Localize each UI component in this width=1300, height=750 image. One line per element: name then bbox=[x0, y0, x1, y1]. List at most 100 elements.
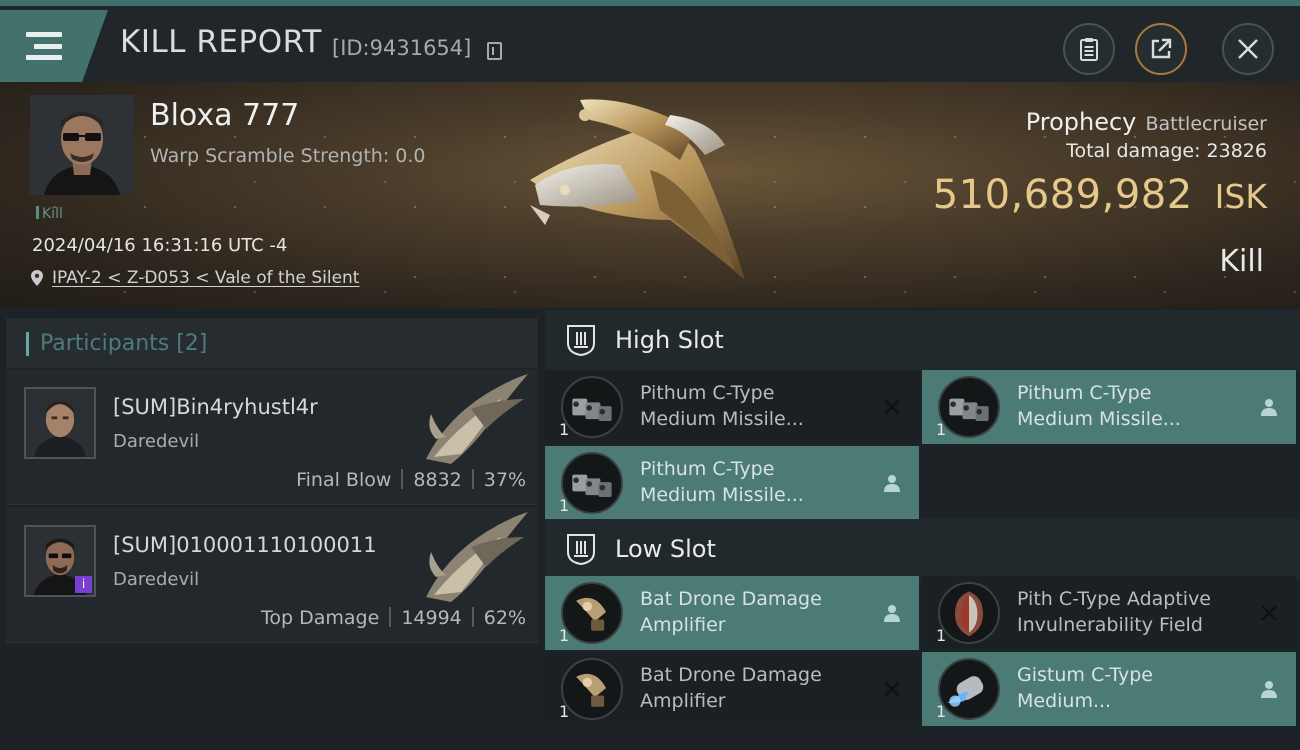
module-item[interactable]: 1 Pithum C-Type Medium Missile... bbox=[922, 370, 1296, 444]
participant-name: [SUM]010001110100011 bbox=[113, 533, 377, 557]
participant-percent: 62% bbox=[483, 607, 526, 629]
header-bar: KILL REPORT [ID:9431654] bbox=[0, 0, 1300, 82]
participant-ship-image bbox=[426, 374, 528, 464]
victim-portrait[interactable] bbox=[30, 95, 134, 195]
kill-summary-banner: Bloxa 777 Warp Scramble Strength: 0.0 Ki… bbox=[0, 82, 1300, 308]
high-slot-title: High Slot bbox=[615, 326, 724, 354]
destroyed-icon bbox=[1261, 605, 1277, 621]
warp-scramble-strength: Warp Scramble Strength: 0.0 bbox=[150, 145, 426, 167]
module-item[interactable]: 1 Pithum C-Type Medium Missile... bbox=[545, 446, 919, 520]
share-button[interactable] bbox=[1135, 23, 1187, 75]
module-name-line2: Medium Missile... bbox=[640, 484, 804, 506]
stat-separator bbox=[471, 607, 474, 627]
module-quantity: 1 bbox=[559, 496, 570, 515]
report-id: [ID:9431654] bbox=[332, 36, 472, 60]
fitting-panel: High Slot 1 Pithum C-Type Medium Missile… bbox=[543, 308, 1300, 750]
participant-row[interactable]: i [SUM]010001110100011 Daredevil Top Dam… bbox=[6, 507, 538, 643]
clipboard-button[interactable] bbox=[1063, 23, 1115, 75]
module-quantity: 1 bbox=[559, 702, 570, 721]
location-text: IPAY-2 < Z-D053 < Vale of the Silent bbox=[52, 268, 360, 288]
participant-role: Top Damage bbox=[261, 607, 380, 629]
low-slot-icon bbox=[567, 534, 595, 566]
module-item[interactable]: 1 Pith C-Type Adaptive Invulnerability F… bbox=[922, 576, 1296, 650]
kill-location-link[interactable]: IPAY-2 < Z-D053 < Vale of the Silent bbox=[30, 268, 359, 288]
module-quantity: 1 bbox=[936, 420, 947, 439]
isk-value: 510,689,982 bbox=[932, 172, 1193, 218]
missile-launcher-icon bbox=[938, 376, 1000, 438]
module-name-line1: Bat Drone Damage bbox=[640, 588, 822, 610]
low-slot-header: Low Slot bbox=[545, 519, 1300, 579]
module-item[interactable]: 1 Bat Drone Damage Amplifier bbox=[545, 652, 919, 726]
close-button[interactable] bbox=[1222, 23, 1274, 75]
info-badge-icon: i bbox=[75, 576, 92, 593]
module-name: Pithum C-Type Medium Missile... bbox=[1017, 380, 1247, 432]
ship-name: Prophecy bbox=[1025, 108, 1137, 136]
missile-enhancer-icon bbox=[938, 658, 1000, 720]
isk-loss: 510,689,982 ISK bbox=[933, 172, 1267, 218]
destroyed-icon bbox=[884, 399, 900, 415]
high-slot-icon bbox=[567, 325, 595, 357]
module-name: Pithum C-Type Medium Missile... bbox=[640, 456, 870, 508]
participant-avatar[interactable]: i bbox=[24, 525, 96, 597]
module-name-line2: Medium Missile... bbox=[640, 408, 804, 430]
total-damage: Total damage: 23826 bbox=[1066, 140, 1267, 162]
module-name: Bat Drone Damage Amplifier bbox=[640, 586, 870, 638]
participant-ship: Daredevil bbox=[113, 569, 200, 590]
dropped-person-icon bbox=[884, 605, 900, 622]
victim-name[interactable]: Bloxa 777 bbox=[150, 98, 299, 133]
victim-ship-info[interactable]: Prophecy Battlecruiser bbox=[1026, 108, 1267, 136]
drone-amplifier-icon bbox=[561, 582, 623, 644]
module-name-line2: Medium Missile... bbox=[1017, 408, 1181, 430]
module-name-line2: Amplifier bbox=[640, 690, 726, 712]
participant-role: Final Blow bbox=[296, 469, 392, 491]
module-name-line2: Amplifier bbox=[640, 614, 726, 636]
victim-avatar-image bbox=[30, 95, 134, 195]
low-slot-title: Low Slot bbox=[615, 535, 716, 563]
participant-name: [SUM]Bin4ryhustl4r bbox=[113, 395, 318, 419]
module-quantity: 1 bbox=[559, 626, 570, 645]
stat-separator bbox=[471, 469, 474, 489]
kill-datetime: 2024/04/16 16:31:16 UTC -4 bbox=[32, 235, 288, 256]
total-damage-label: Total damage: bbox=[1066, 140, 1201, 162]
participant-damage: 14994 bbox=[401, 607, 462, 629]
drone-amplifier-icon bbox=[561, 658, 623, 720]
isk-unit: ISK bbox=[1214, 177, 1267, 216]
menu-button[interactable] bbox=[0, 10, 108, 82]
participant-stats: Final Blow 8832 37% bbox=[296, 469, 526, 491]
module-quantity: 1 bbox=[936, 702, 947, 721]
dropped-person-icon bbox=[1261, 399, 1277, 416]
module-item[interactable]: 1 Pithum C-Type Medium Missile... bbox=[545, 370, 919, 444]
missile-launcher-icon bbox=[561, 452, 623, 514]
participants-title: Participants [2] bbox=[40, 330, 208, 356]
share-external-icon bbox=[1151, 38, 1172, 59]
participant-avatar[interactable] bbox=[24, 387, 96, 459]
page-title: KILL REPORT bbox=[120, 24, 322, 60]
module-item[interactable]: 1 Bat Drone Damage Amplifier bbox=[545, 576, 919, 650]
module-name-line1: Pith C-Type Adaptive bbox=[1017, 588, 1211, 610]
module-name: Pith C-Type Adaptive Invulnerability Fie… bbox=[1017, 586, 1247, 638]
shield-module-icon bbox=[938, 582, 1000, 644]
participant-row[interactable]: [SUM]Bin4ryhustl4r Daredevil Final Blow 8… bbox=[6, 369, 538, 505]
module-name-line1: Pithum C-Type bbox=[640, 458, 775, 480]
module-name-line2: Medium... bbox=[1017, 690, 1112, 712]
module-item[interactable]: 1 Gistum C-Type Medium... bbox=[922, 652, 1296, 726]
participant-portrait-image bbox=[26, 389, 94, 457]
clipboard-icon bbox=[1080, 38, 1098, 61]
participant-ship-image bbox=[426, 512, 528, 602]
ship-class: Battlecruiser bbox=[1145, 113, 1267, 135]
missile-launcher-icon bbox=[561, 376, 623, 438]
participants-header: Participants [2] bbox=[6, 318, 538, 368]
location-pin-icon bbox=[31, 270, 43, 286]
hamburger-icon bbox=[26, 32, 62, 60]
module-name: Pithum C-Type Medium Missile... bbox=[640, 380, 870, 432]
module-name-line1: Pithum C-Type bbox=[1017, 382, 1152, 404]
victim-ship-image[interactable] bbox=[520, 90, 780, 300]
module-name-line2: Invulnerability Field bbox=[1017, 614, 1203, 636]
total-damage-value: 23826 bbox=[1206, 140, 1267, 162]
module-quantity: 1 bbox=[936, 626, 947, 645]
module-name: Bat Drone Damage Amplifier bbox=[640, 662, 870, 714]
destroyed-icon bbox=[884, 681, 900, 697]
participant-stats: Top Damage 14994 62% bbox=[261, 607, 526, 629]
copy-id-icon[interactable] bbox=[487, 42, 502, 60]
dropped-person-icon bbox=[884, 475, 900, 492]
